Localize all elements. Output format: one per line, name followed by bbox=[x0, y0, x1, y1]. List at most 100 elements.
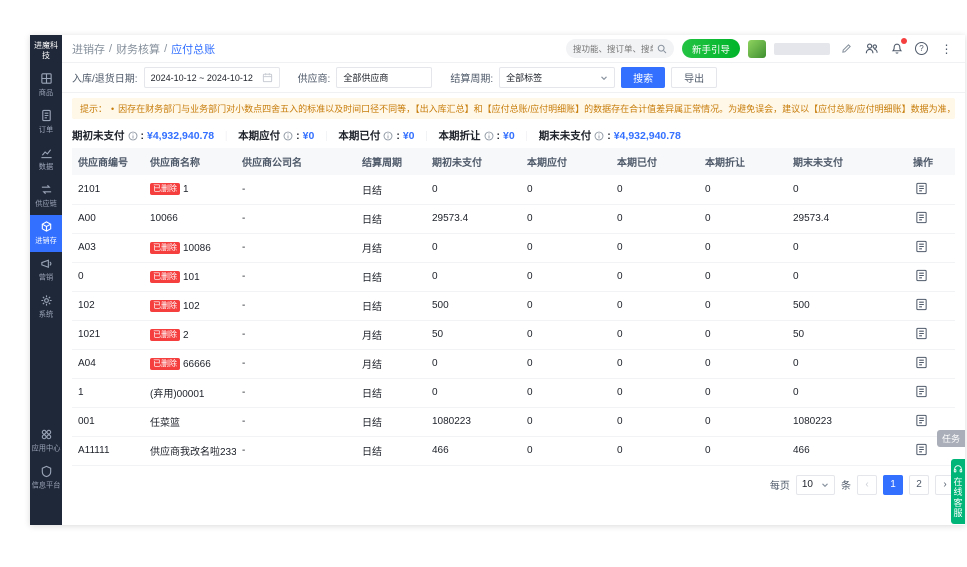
notification-bell-icon[interactable] bbox=[888, 38, 907, 57]
page-button-2[interactable]: 2 bbox=[909, 474, 929, 495]
sidebar-item-label: 进销存 bbox=[35, 236, 57, 245]
supplier-name-cell: 已删除 10086 bbox=[144, 233, 236, 263]
table-row: A03 已删除 10086- 月结 0 0 0 0 0 bbox=[72, 233, 955, 263]
exchange-arrows-icon bbox=[40, 183, 53, 196]
supplier-code-cell: A04 bbox=[72, 349, 144, 379]
sidebar-item-goods[interactable]: 商品 bbox=[30, 67, 62, 104]
calendar-icon bbox=[262, 72, 273, 83]
company-name-cell: - bbox=[236, 262, 356, 292]
company-logo: 进魔科技 bbox=[34, 41, 58, 60]
date-range-input[interactable]: 2024-10-12 ~ 2024-10-12 bbox=[143, 67, 280, 88]
per-page-select[interactable]: 10 bbox=[795, 474, 835, 495]
detail-icon[interactable] bbox=[913, 326, 929, 342]
summary-value: ¥4,932,940.78 bbox=[613, 129, 681, 142]
online-service-label: 在线客服 bbox=[953, 477, 963, 519]
search-button[interactable]: 搜索 bbox=[621, 67, 666, 88]
pagination: 每页 10 条 ‹ 1 2 › bbox=[62, 466, 965, 504]
breadcrumb-section[interactable]: 财务核算 bbox=[116, 41, 160, 57]
period-payable-cell: 0 bbox=[521, 378, 611, 408]
task-floating-tag[interactable]: 任务 bbox=[936, 430, 965, 447]
detail-icon[interactable] bbox=[913, 413, 929, 429]
online-service-tab[interactable]: 在线客服 bbox=[951, 459, 965, 525]
sidebar-item-marketing[interactable]: 营销 bbox=[30, 252, 62, 289]
period-paid-cell: 0 bbox=[611, 349, 699, 379]
col-period-discount: 本期折让 bbox=[699, 148, 787, 175]
prev-page-button[interactable]: ‹ bbox=[857, 474, 877, 495]
guide-button[interactable]: 新手引导 bbox=[681, 39, 740, 58]
closing-unpaid-cell: 1080223 bbox=[787, 407, 907, 437]
topbar: 进销存 / 财务核算 / 应付总账 新手引导 bbox=[62, 35, 965, 63]
col-closing-unpaid: 期末未支付 bbox=[787, 148, 907, 175]
deleted-badge: 已删除 bbox=[150, 328, 180, 341]
detail-icon[interactable] bbox=[913, 239, 929, 255]
summary-colon: : bbox=[496, 129, 501, 142]
sidebar-item-app-center[interactable]: 应用中心 bbox=[30, 423, 62, 460]
sidebar-item-system[interactable]: 系统 bbox=[30, 289, 62, 326]
settlement-cycle-cell: 日结 bbox=[356, 291, 426, 321]
settlement-cycle-cell: 月结 bbox=[356, 320, 426, 350]
detail-icon[interactable] bbox=[913, 268, 929, 284]
period-payable-cell: 0 bbox=[521, 291, 611, 321]
period-payable-cell: 0 bbox=[521, 436, 611, 466]
more-menu-icon[interactable]: ⋮ bbox=[938, 40, 955, 57]
info-icon bbox=[283, 131, 293, 141]
sidebar-item-orders[interactable]: 订单 bbox=[30, 104, 62, 141]
sidebar-item-supply-chain[interactable]: 供应链 bbox=[30, 178, 62, 215]
table-body: 2101 已删除 1- 日结 0 0 0 0 0 A00 10066- 日结 29573.4 0 0 0 295… bbox=[72, 175, 955, 466]
collaborators-icon[interactable] bbox=[863, 40, 880, 57]
detail-icon[interactable] bbox=[913, 384, 929, 400]
settlement-cycle-cell: 日结 bbox=[356, 407, 426, 437]
table-row: A11111 供应商我改名啦2333- 日结 466 0 0 0 466 bbox=[72, 436, 955, 466]
period-paid-cell: 0 bbox=[611, 407, 699, 437]
detail-icon[interactable] bbox=[913, 355, 929, 371]
page-button-1[interactable]: 1 bbox=[883, 474, 903, 495]
period-discount-cell: 0 bbox=[699, 407, 787, 437]
global-search[interactable] bbox=[565, 39, 674, 58]
sidebar-item-info-platform[interactable]: 信息平台 bbox=[30, 460, 62, 497]
chevron-down-icon bbox=[600, 74, 608, 82]
topbar-right: 新手引导 ? ⋮ bbox=[565, 38, 955, 58]
company-name-cell: - bbox=[236, 175, 356, 205]
avatar[interactable] bbox=[748, 39, 766, 58]
col-opening-unpaid: 期初未支付 bbox=[426, 148, 521, 175]
summary-colon: : bbox=[607, 129, 611, 142]
notice-bullet: • bbox=[111, 103, 115, 114]
date-filter-label: 入库/退货日期: bbox=[72, 74, 138, 85]
sidebar-item-data[interactable]: 数据 bbox=[30, 141, 62, 178]
detail-icon[interactable] bbox=[913, 181, 929, 197]
closing-unpaid-cell: 0 bbox=[787, 262, 907, 292]
per-page-label: 每页 bbox=[769, 481, 790, 492]
detail-icon[interactable] bbox=[913, 442, 929, 458]
detail-icon[interactable] bbox=[913, 210, 929, 226]
notice-text: 因存在财务部门与业务部门对小数点四舍五入的标准以及时间口径不同等，【出入库汇总】… bbox=[118, 104, 955, 114]
company-name-cell: - bbox=[236, 407, 356, 437]
period-payable-cell: 0 bbox=[521, 204, 611, 234]
megaphone-icon bbox=[40, 257, 53, 270]
search-icon bbox=[657, 44, 667, 54]
col-settlement-cycle: 结算周期 bbox=[356, 148, 426, 175]
period-payable-cell: 0 bbox=[521, 407, 611, 437]
opening-unpaid-cell: 0 bbox=[426, 378, 521, 408]
chart-icon bbox=[40, 146, 53, 159]
export-button[interactable]: 导出 bbox=[671, 67, 718, 88]
supplier-input[interactable]: 全部供应商 bbox=[336, 67, 433, 88]
breadcrumb-root[interactable]: 进销存 bbox=[72, 41, 105, 57]
period-discount-cell: 0 bbox=[699, 175, 787, 205]
summary-item: 期初未支付: ¥4,932,940.78 bbox=[72, 128, 214, 143]
cycle-select[interactable]: 全部标签 bbox=[499, 67, 616, 88]
company-name-cell: - bbox=[236, 204, 356, 234]
edit-pencil-icon[interactable] bbox=[838, 40, 855, 57]
table-wrap: 供应商编号 供应商名称 供应商公司名 结算周期 期初未支付 本期应付 本期已付 … bbox=[62, 148, 965, 466]
help-icon[interactable]: ? bbox=[913, 40, 930, 57]
period-payable-cell: 0 bbox=[521, 262, 611, 292]
global-search-input[interactable] bbox=[572, 43, 653, 54]
sidebar-item-inventory[interactable]: 进销存 bbox=[30, 215, 62, 252]
operation-cell bbox=[907, 378, 955, 408]
operation-cell bbox=[907, 291, 955, 321]
detail-icon[interactable] bbox=[913, 297, 929, 313]
opening-unpaid-cell: 50 bbox=[426, 320, 521, 350]
closing-unpaid-cell: 0 bbox=[787, 233, 907, 263]
supplier-code-cell: 1 bbox=[72, 378, 144, 408]
supplier-code-cell: A11111 bbox=[72, 436, 144, 466]
notification-badge bbox=[901, 38, 907, 44]
